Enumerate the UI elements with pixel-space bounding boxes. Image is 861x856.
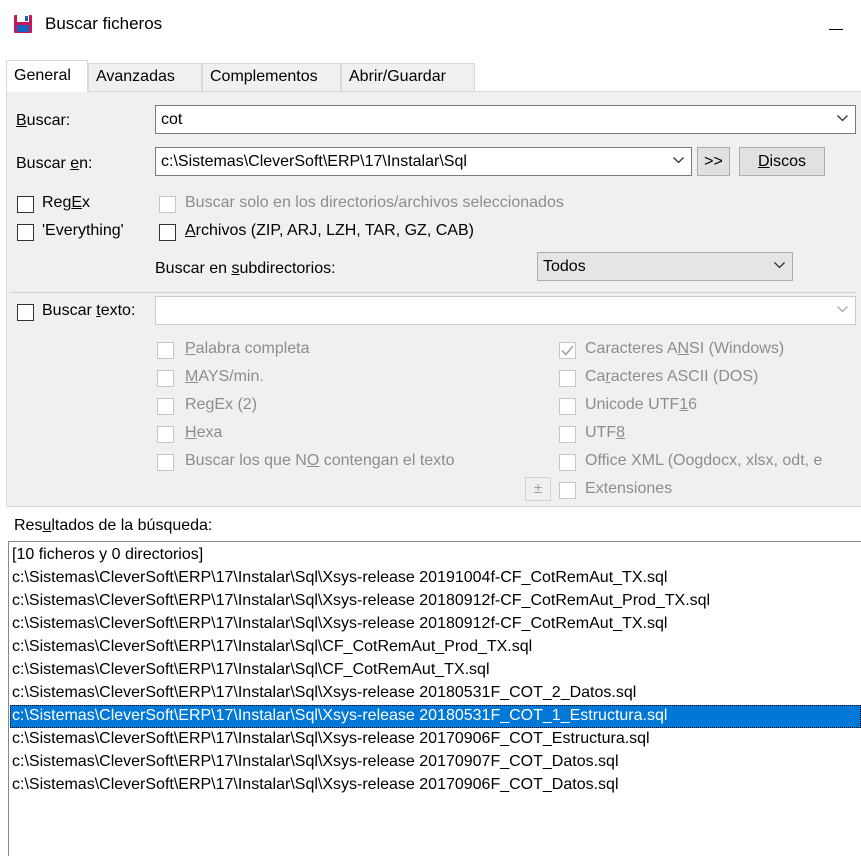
plus-minus-button[interactable]: ± [525,477,551,501]
ascii-label: Caracteres ASCII (DOS) [585,368,759,385]
list-item[interactable]: c:\Sistemas\CleverSoft\ERP\17\Instalar\S… [10,590,861,613]
everything-label: 'Everything' [42,222,124,239]
regex2-checkbox[interactable] [157,398,174,415]
hex-checkbox[interactable] [157,426,174,443]
list-item[interactable]: c:\Sistemas\CleverSoft\ERP\17\Instalar\S… [10,567,861,590]
check-icon [561,345,574,356]
minimize-icon[interactable] [820,10,852,40]
regex-checkbox[interactable] [17,196,34,213]
subdirs-label: Buscar en subdirectorios: [155,260,336,277]
tab-abrir-guardar[interactable]: Abrir/Guardar [341,63,475,91]
subdirs-value: Todos [543,258,586,275]
list-item[interactable]: c:\Sistemas\CleverSoft\ERP\17\Instalar\S… [10,751,861,774]
title-bar: Buscar ficheros [0,0,861,52]
only-selected-label: Buscar solo en los directorios/archivos … [185,194,564,211]
list-item[interactable]: c:\Sistemas\CleverSoft\ERP\17\Instalar\S… [10,613,861,636]
not-containing-label: Buscar los que NO contengan el texto [185,452,455,469]
case-checkbox[interactable] [157,370,174,387]
search-in-input[interactable]: c:\Sistemas\CleverSoft\ERP\17\Instalar\S… [155,147,692,176]
extensions-label: Extensiones [585,480,673,497]
search-in-label: Buscar en: [16,155,93,172]
extensions-checkbox[interactable] [559,482,576,499]
case-label: MAYS/min. [185,368,264,385]
ansi-label: Caracteres ANSI (Windows) [585,340,785,357]
floppy-disk-icon [13,14,33,34]
not-containing-checkbox[interactable] [157,454,174,471]
subdirs-select[interactable]: Todos [537,252,793,281]
chevron-down-icon [837,306,848,316]
utf8-label: UTF8 [585,424,626,441]
search-value: cot [161,111,183,128]
regex-label: RegEx [42,194,91,211]
archives-label: Archivos (ZIP, ARJ, LZH, TAR, GZ, CAB) [185,222,474,239]
search-label: Buscar: [16,112,71,129]
text-search-input[interactable] [155,296,856,325]
tab-general[interactable]: General [6,60,88,92]
chevron-down-icon [673,157,684,167]
separator [11,292,856,293]
ascii-checkbox[interactable] [559,370,576,387]
whole-word-label: Palabra completa [185,340,310,357]
only-selected-checkbox[interactable] [159,196,176,213]
utf16-checkbox[interactable] [559,398,576,415]
list-item[interactable]: c:\Sistemas\CleverSoft\ERP\17\Instalar\S… [10,728,861,751]
tab-complementos[interactable]: Complementos [202,63,341,91]
utf8-checkbox[interactable] [559,426,576,443]
search-in-value: c:\Sistemas\CleverSoft\ERP\17\Instalar\S… [161,153,467,170]
list-item[interactable]: c:\Sistemas\CleverSoft\ERP\17\Instalar\S… [10,774,861,797]
window-title: Buscar ficheros [45,14,163,33]
list-item-selected[interactable]: c:\Sistemas\CleverSoft\ERP\17\Instalar\S… [10,705,861,728]
search-input[interactable]: cot [155,105,856,134]
tab-strip: General Avanzadas Complementos Abrir/Gua… [0,60,861,92]
utf16-label: Unicode UTF16 [585,396,698,413]
list-item[interactable]: c:\Sistemas\CleverSoft\ERP\17\Instalar\S… [10,636,861,659]
regex2-label: RegEx (2) [185,396,258,413]
list-item[interactable]: c:\Sistemas\CleverSoft\ERP\17\Instalar\S… [10,682,861,705]
text-search-label: Buscar texto: [42,302,136,319]
everything-checkbox[interactable] [17,224,34,241]
chevron-down-icon [837,115,848,125]
results-label: Resultados de la búsqueda: [14,517,213,534]
general-panel: Buscar: cot Buscar en: c:\Sistemas\Cleve… [6,91,861,507]
hex-label: Hexa [185,424,223,441]
archives-checkbox[interactable] [159,224,176,241]
ansi-checkbox[interactable] [559,342,576,359]
drives-button[interactable]: Discos [739,147,825,176]
browse-button[interactable]: >> [697,147,730,176]
list-item[interactable]: c:\Sistemas\CleverSoft\ERP\17\Instalar\S… [10,659,861,682]
results-list[interactable]: [10 ficheros y 0 directorios] c:\Sistema… [8,541,861,856]
tab-avanzadas[interactable]: Avanzadas [88,63,202,91]
office-label: Office XML (Oogdocx, xlsx, odt, e [585,452,823,469]
text-search-checkbox[interactable] [17,304,34,321]
office-checkbox[interactable] [559,454,576,471]
whole-word-checkbox[interactable] [157,342,174,359]
results-summary: [10 ficheros y 0 directorios] [12,546,204,563]
chevron-down-icon [774,262,785,272]
